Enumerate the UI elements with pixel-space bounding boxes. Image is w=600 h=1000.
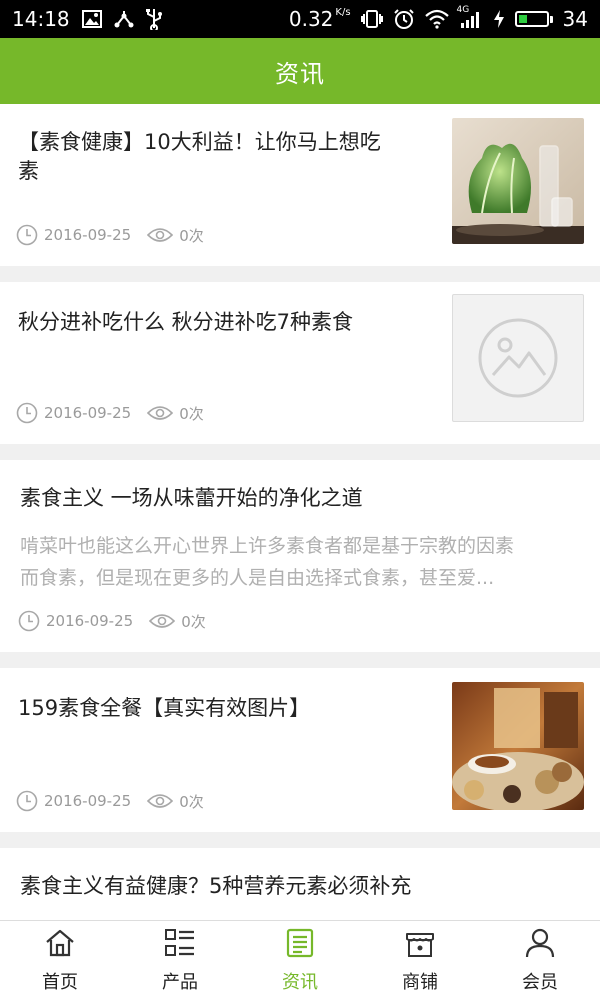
article-title: 159素食全餐【真实有效图片】 <box>18 696 311 720</box>
wifi-icon <box>424 9 449 29</box>
eye-icon <box>147 226 174 244</box>
article-card[interactable]: 秋分进补吃什么 秋分进补吃7种素食 2016-09-25 0次 <box>0 282 600 444</box>
nav-label: 产品 <box>162 971 198 993</box>
share-icon <box>114 9 134 29</box>
nav-label: 商铺 <box>402 971 438 993</box>
article-date: 2016-09-25 <box>44 404 132 422</box>
nav-news[interactable]: 资讯 <box>240 921 360 1000</box>
alarm-icon <box>393 8 415 30</box>
article-list: 【素食健康】10大利益！让你马上想吃 素 2016-09-25 0次 秋分进补吃… <box>0 104 600 920</box>
article-card[interactable]: 素食主义有益健康？5种营养元素必须补充 <box>0 848 600 920</box>
grid-list-icon <box>164 928 196 962</box>
usb-icon <box>145 8 162 30</box>
gallery-icon <box>81 10 102 28</box>
network-speed: 0.32 K/s <box>288 7 351 31</box>
app-header: 资讯 <box>0 38 600 104</box>
page-title: 资讯 <box>275 59 325 88</box>
charging-icon <box>493 9 505 29</box>
article-meta: 2016-09-25 0次 <box>16 224 204 246</box>
nav-products[interactable]: 产品 <box>120 921 240 1000</box>
user-icon <box>524 928 556 962</box>
article-views: 0次 <box>147 403 204 424</box>
clock-icon <box>16 224 38 246</box>
eye-icon <box>147 404 174 422</box>
article-card[interactable]: 159素食全餐【真实有效图片】 2016-09-25 0次 <box>0 668 600 832</box>
battery-icon <box>514 11 553 27</box>
article-views: 0次 <box>147 225 204 246</box>
shop-icon <box>404 928 436 962</box>
status-time: 14:18 <box>12 7 70 31</box>
nav-home[interactable]: 首页 <box>0 921 120 1000</box>
clock-icon <box>16 402 38 424</box>
eye-icon <box>147 792 174 810</box>
placeholder-image-icon <box>452 294 584 422</box>
clock-icon <box>18 610 40 632</box>
article-title: 素食主义有益健康？5种营养元素必须补充 <box>20 874 412 898</box>
bottom-nav: 首页 产品 资讯 商铺 会员 <box>0 920 600 1000</box>
coffee-grains-photo <box>452 682 584 810</box>
article-views: 0次 <box>147 791 204 812</box>
article-card[interactable]: 素食主义 一场从味蕾开始的净化之道 啃菜叶也能这么开心世界上许多素食者都是基于宗… <box>0 460 600 652</box>
home-icon <box>44 928 76 962</box>
article-summary: 啃菜叶也能这么开心世界上许多素食者都是基于宗教的因素 而食素，但是现在更多的人是… <box>20 535 515 589</box>
lettuce-photo <box>452 118 584 244</box>
article-meta: 2016-09-25 0次 <box>16 790 204 812</box>
article-meta: 2016-09-25 0次 <box>16 402 204 424</box>
news-icon <box>284 928 316 962</box>
article-date: 2016-09-25 <box>44 792 132 810</box>
article-title: 秋分进补吃什么 秋分进补吃7种素食 <box>18 310 354 334</box>
article-title: 素食主义 一场从味蕾开始的净化之道 <box>20 486 363 510</box>
article-card[interactable]: 【素食健康】10大利益！让你马上想吃 素 2016-09-25 0次 <box>0 104 600 266</box>
article-date: 2016-09-25 <box>44 226 132 244</box>
nav-label: 首页 <box>42 971 78 993</box>
article-title: 【素食健康】10大利益！让你马上想吃 素 <box>18 130 381 183</box>
article-date: 2016-09-25 <box>46 612 134 630</box>
nav-label: 会员 <box>522 971 558 993</box>
article-views: 0次 <box>149 611 206 632</box>
nav-label: 资讯 <box>282 971 318 993</box>
signal-4g-icon: 4G <box>457 5 483 29</box>
nav-shop[interactable]: 商铺 <box>360 921 480 1000</box>
nav-member[interactable]: 会员 <box>480 921 600 1000</box>
battery-percent: 34 <box>562 7 588 31</box>
clock-icon <box>16 790 38 812</box>
vibrate-icon <box>360 9 383 29</box>
eye-icon <box>149 612 176 630</box>
article-meta: 2016-09-25 0次 <box>18 610 206 632</box>
status-bar: 14:18 0.32 K/s 4G 34 <box>0 0 600 38</box>
